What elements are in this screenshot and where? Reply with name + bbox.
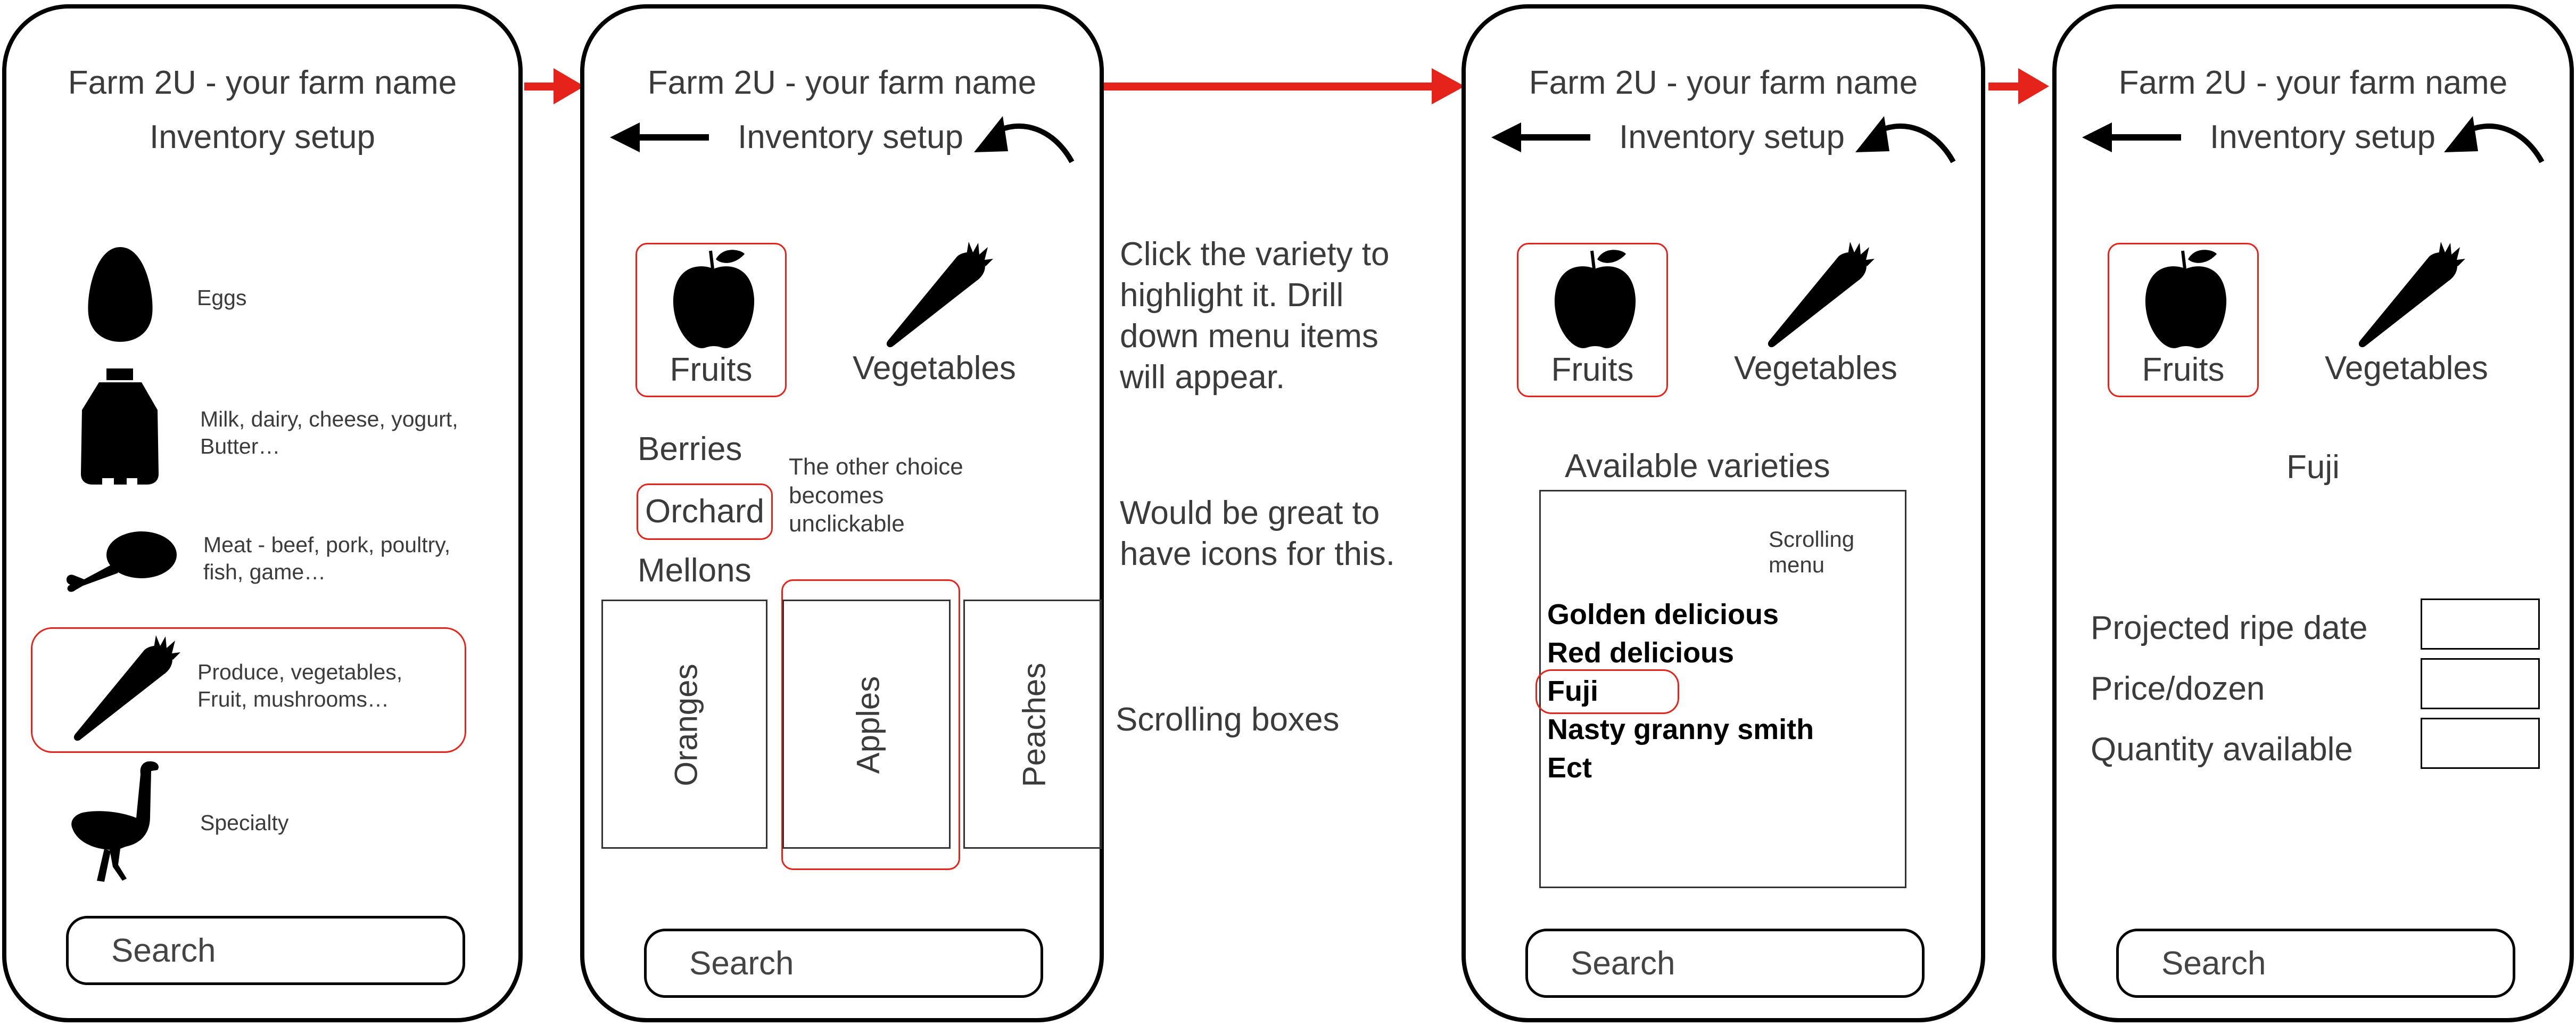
- undo-icon[interactable]: [2444, 113, 2545, 166]
- milk-jug-icon: [81, 368, 159, 485]
- apple-icon: [2145, 250, 2227, 348]
- egg-icon: [88, 247, 153, 342]
- scroll-box-peaches[interactable]: Peaches: [963, 600, 1102, 849]
- undo-icon[interactable]: [974, 113, 1075, 166]
- screen-variety-details: Farm 2U - your farm name Inventory setup…: [2052, 4, 2574, 1022]
- annotation-icons: Would be great to have icons for this.: [1120, 495, 1395, 572]
- scroll-box-oranges[interactable]: Oranges: [601, 600, 767, 849]
- fruits-label: Fruits: [2142, 351, 2225, 388]
- fruits-label: Fruits: [1551, 351, 1634, 388]
- search-input[interactable]: Search: [1525, 929, 1925, 998]
- app-title: Farm 2U - your farm name: [1529, 64, 1918, 101]
- scrolling-menu-label: Scrolling menu: [1769, 527, 1855, 577]
- apple-icon: [673, 250, 755, 348]
- fruits-label: Fruits: [670, 351, 753, 388]
- search-input[interactable]: Search: [644, 929, 1043, 998]
- drumstick-icon: [66, 531, 177, 592]
- vegetables-label: Vegetables: [1734, 350, 1897, 387]
- fruits-tab-selected[interactable]: Fruits: [1517, 243, 1668, 397]
- category-label: Specialty: [200, 810, 289, 835]
- field-label-price: Price/dozen: [2091, 670, 2265, 707]
- carrot-icon: [1768, 242, 1875, 348]
- menu-item-berries[interactable]: Berries: [638, 430, 742, 468]
- varieties-scroll-menu[interactable]: Scrolling menu Golden delicious Red deli…: [1535, 490, 1906, 888]
- variety-item[interactable]: Golden delicious: [1547, 598, 1779, 631]
- flow-arrow-3-4: [1988, 68, 2049, 104]
- selected-variety-title: Fuji: [2286, 449, 2340, 486]
- field-label-ripe-date: Projected ripe date: [2091, 610, 2368, 646]
- ripe-date-input[interactable]: [2421, 598, 2540, 650]
- ostrich-icon: [71, 761, 159, 882]
- app-title: Farm 2U - your farm name: [2118, 64, 2508, 101]
- fruits-tab-selected[interactable]: Fruits: [2108, 243, 2259, 397]
- category-label: Eggs: [197, 285, 247, 310]
- screen-category-select: Farm 2U - your farm name Inventory setup…: [2, 4, 523, 1022]
- scroll-box-label: Apples: [850, 676, 886, 774]
- scroll-box-apples[interactable]: Apples: [782, 600, 951, 849]
- variety-item[interactable]: Ect: [1547, 751, 1592, 784]
- field-label-quantity: Quantity available: [2091, 731, 2353, 768]
- screen-produce-type: Farm 2U - your farm name Inventory setup…: [580, 4, 1104, 1022]
- category-label: Milk, dairy, cheese, yogurt, Butter…: [200, 407, 458, 459]
- category-label: Produce, vegetables, Fruit, mushrooms…: [197, 660, 403, 712]
- available-varieties-title: Available varieties: [1565, 448, 1830, 485]
- annotation-click-variety: Click the variety to highlight it. Drill…: [1120, 236, 1390, 396]
- variety-item[interactable]: Red delicious: [1547, 636, 1734, 669]
- search-input[interactable]: Search: [66, 916, 465, 985]
- search-input[interactable]: Search: [2116, 929, 2515, 998]
- quantity-input[interactable]: [2421, 718, 2540, 769]
- variety-item[interactable]: Fuji: [1547, 675, 1598, 708]
- carrot-icon: [2358, 242, 2465, 348]
- carrot-icon: [73, 635, 180, 741]
- annotation-scrolling-boxes: Scrolling boxes: [1116, 701, 1340, 738]
- apple-icon: [1554, 250, 1636, 348]
- undo-icon[interactable]: [1855, 113, 1956, 166]
- fruits-tab-selected[interactable]: Fruits: [635, 243, 787, 397]
- price-input[interactable]: [2421, 658, 2540, 709]
- variety-item[interactable]: Nasty granny smith: [1547, 713, 1814, 746]
- category-produce-selected[interactable]: Produce, vegetables, Fruit, mushrooms…: [31, 627, 466, 753]
- menu-item-mellons[interactable]: Mellons: [638, 552, 752, 589]
- scroll-box-label: Oranges: [668, 663, 704, 786]
- vegetables-label: Vegetables: [853, 350, 1016, 387]
- vegetables-label: Vegetables: [2325, 350, 2488, 387]
- menu-item-label: Orchard: [645, 493, 764, 530]
- menu-item-orchard-selected[interactable]: Orchard: [637, 483, 773, 540]
- screen-varieties: Farm 2U - your farm name Inventory setup…: [1462, 4, 1985, 1022]
- app-title: Farm 2U - your farm name: [68, 64, 457, 101]
- category-label: Meat - beef, pork, poultry, fish, game…: [203, 532, 451, 585]
- screen-title: Inventory setup: [150, 119, 375, 155]
- carrot-icon: [886, 242, 993, 348]
- scroll-box-label: Peaches: [1016, 662, 1052, 788]
- annotation-unclickable: The other choice becomes unclickable: [789, 454, 963, 537]
- app-title: Farm 2U - your farm name: [647, 64, 1037, 101]
